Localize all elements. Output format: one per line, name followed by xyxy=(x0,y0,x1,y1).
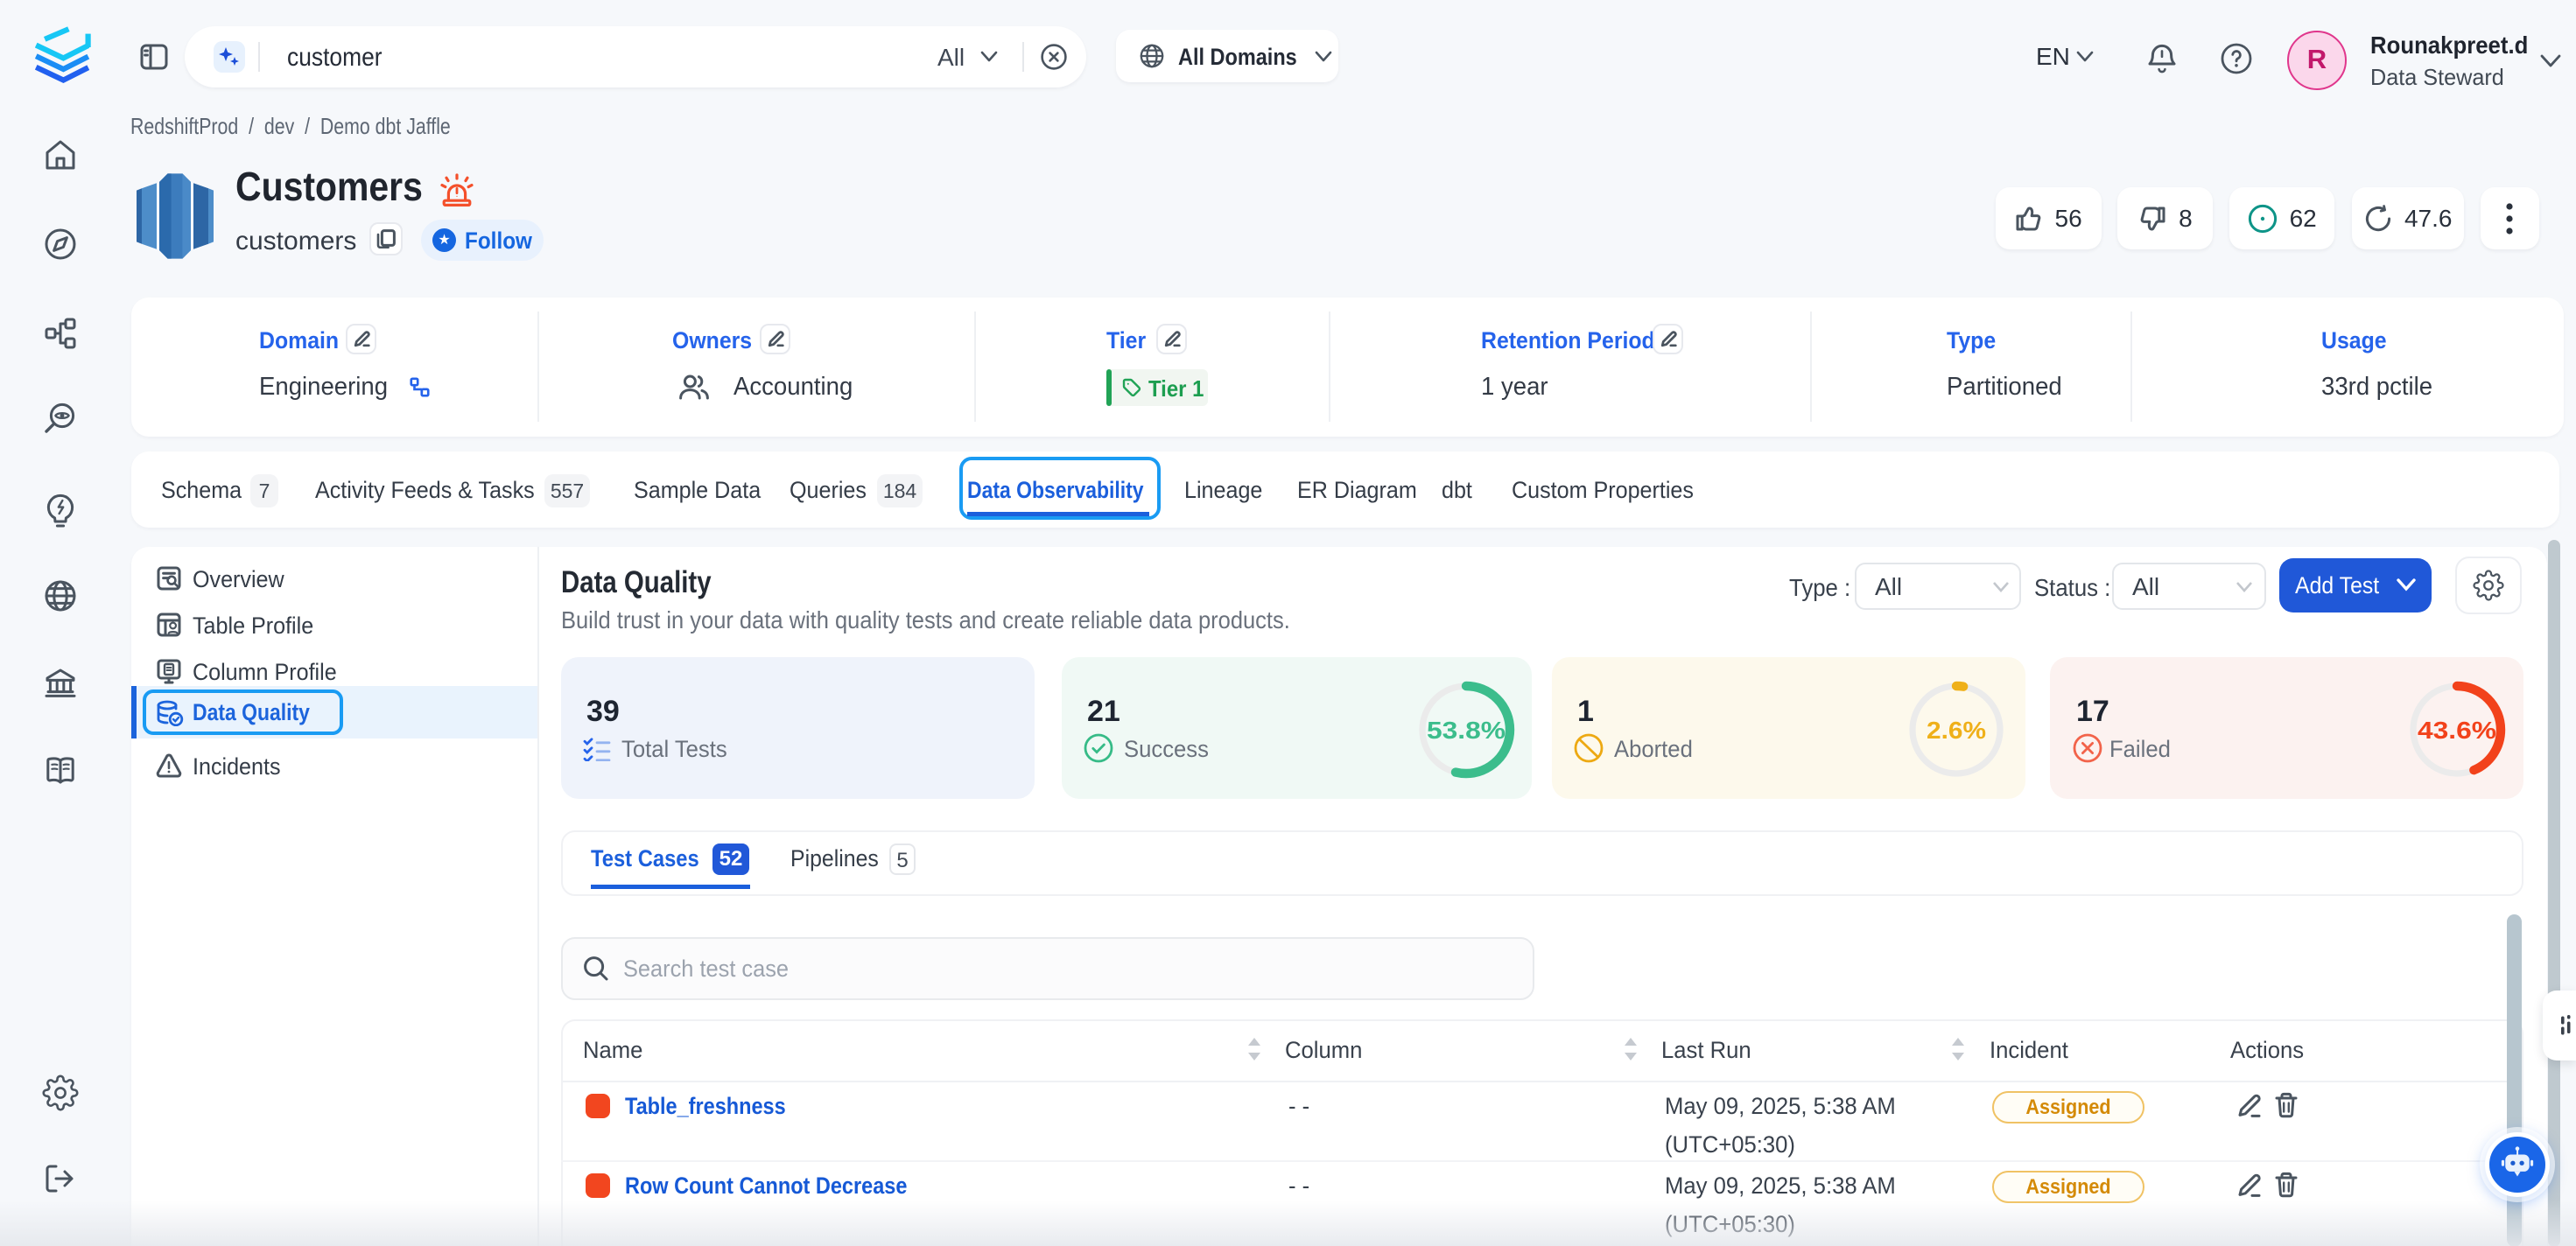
svg-text:43.6%: 43.6% xyxy=(2418,717,2496,744)
svg-text:2.6%: 2.6% xyxy=(1927,717,1986,744)
svg-text:53.8%: 53.8% xyxy=(1427,717,1506,744)
